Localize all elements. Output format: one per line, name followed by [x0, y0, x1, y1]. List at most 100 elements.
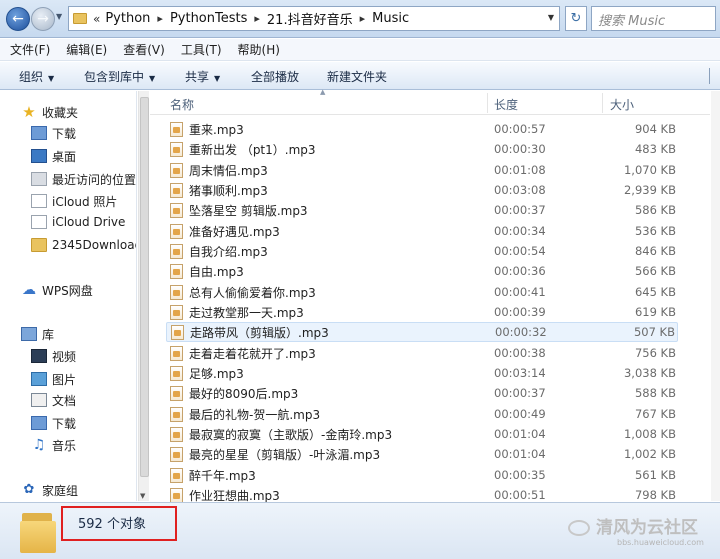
- file-row[interactable]: 自由.mp300:00:36566 KB: [166, 261, 678, 281]
- folder-icon: [73, 13, 87, 24]
- file-row[interactable]: 最亮的星星（剪辑版）-叶泳湄.mp300:01:041,002 KB: [166, 444, 678, 464]
- address-dropdown-icon[interactable]: ▼: [548, 13, 554, 22]
- nav-item-documents[interactable]: 文档: [31, 390, 76, 410]
- menu-file[interactable]: 文件(F): [10, 41, 50, 58]
- nav-item-icloud-drive[interactable]: iCloud Drive: [31, 212, 125, 232]
- nav-label: 库: [42, 326, 54, 343]
- file-row[interactable]: 坠落星空 剪辑版.mp3 00:00:37 586 KB: [166, 200, 678, 220]
- picture-icon: [31, 372, 47, 386]
- file-row[interactable]: 最寂寞的寂寞（主歌版）-金南玲.mp300:01:041,008 KB: [166, 424, 678, 444]
- column-divider[interactable]: [602, 93, 603, 113]
- file-length: 00:00:37: [494, 386, 546, 400]
- file-row[interactable]: 总有人偷偷爱着你.mp300:00:41645 KB: [166, 282, 678, 302]
- refresh-icon[interactable]: ↻: [565, 6, 587, 31]
- file-size: 586 KB: [606, 203, 676, 217]
- file-length: 00:00:37: [494, 203, 546, 217]
- nav-scrollbar[interactable]: ▼: [138, 91, 149, 501]
- nav-label: 家庭组: [42, 482, 78, 499]
- file-length: 00:00:39: [494, 305, 546, 319]
- file-length: 00:00:32: [495, 325, 547, 339]
- menu-tools[interactable]: 工具(T): [181, 41, 222, 58]
- organize-button[interactable]: 组织▼: [19, 68, 54, 85]
- breadcrumb-overflow[interactable]: «: [93, 12, 100, 26]
- file-name: 醉千年.mp3: [189, 467, 256, 484]
- nav-favorites[interactable]: ★ 收藏夹: [21, 102, 78, 122]
- file-row[interactable]: 走着走着花就开了.mp300:00:38756 KB: [166, 343, 678, 363]
- nav-item-lib-downloads[interactable]: 下载: [31, 413, 76, 433]
- file-list: ▲ 名称 长度 大小 重来.mp300:00:57904 KB重新出发 （pt1…: [150, 91, 720, 501]
- nav-label: 最近访问的位置: [52, 171, 136, 188]
- file-row[interactable]: 自我介绍.mp300:00:54846 KB: [166, 241, 678, 261]
- breadcrumb[interactable]: « Python ▸ PythonTests ▸ 21.抖音好音乐 ▸ Musi…: [68, 6, 560, 31]
- list-scrollbar[interactable]: [711, 91, 720, 501]
- file-row[interactable]: 走过教堂那一天.mp300:00:39619 KB: [166, 302, 678, 322]
- file-row[interactable]: 最后的礼物-贺一航.mp300:00:49767 KB: [166, 404, 678, 424]
- menu-view[interactable]: 查看(V): [123, 41, 165, 58]
- column-name[interactable]: 名称: [170, 96, 194, 113]
- chevron-right-icon[interactable]: ▸: [157, 12, 163, 25]
- include-in-library-button[interactable]: 包含到库中▼: [84, 68, 155, 85]
- file-row[interactable]: 重新出发 （pt1）.mp300:00:30483 KB: [166, 139, 678, 159]
- file-size: 561 KB: [606, 468, 676, 482]
- nav-item-videos[interactable]: 视频: [31, 346, 76, 366]
- file-row[interactable]: 足够.mp300:03:143,038 KB: [166, 363, 678, 383]
- breadcrumb-python[interactable]: Python: [105, 11, 150, 26]
- mp3-file-icon: [170, 447, 183, 462]
- column-length[interactable]: 长度: [494, 96, 518, 113]
- file-name: 猪事顺利.mp3: [189, 182, 268, 199]
- scroll-down-icon[interactable]: ▼: [140, 492, 145, 500]
- file-length: 00:00:41: [494, 285, 546, 299]
- file-name: 最后的礼物-贺一航.mp3: [189, 406, 320, 423]
- nav-item-desktop[interactable]: 桌面: [31, 146, 76, 166]
- file-row[interactable]: 猪事顺利.mp300:03:082,939 KB: [166, 180, 678, 200]
- scrollbar-thumb[interactable]: [140, 97, 149, 477]
- nav-item-icloud-photos[interactable]: iCloud 照片: [31, 191, 117, 211]
- file-row[interactable]: 醉千年.mp300:00:35561 KB: [166, 465, 678, 485]
- mp3-file-icon: [170, 163, 183, 178]
- breadcrumb-folder[interactable]: 21.抖音好音乐: [267, 9, 353, 28]
- chevron-right-icon[interactable]: ▸: [360, 12, 366, 25]
- file-size: 1,008 KB: [606, 427, 676, 441]
- file-row[interactable]: 准备好遇见.mp300:00:34536 KB: [166, 221, 678, 241]
- file-row[interactable]: 走路带风（剪辑版）.mp300:00:32507 KB: [166, 322, 678, 342]
- mp3-file-icon: [171, 325, 184, 340]
- nav-item-pictures[interactable]: 图片: [31, 369, 76, 389]
- column-size[interactable]: 大小: [610, 96, 634, 113]
- nav-item-homegroup[interactable]: ✿ 家庭组: [21, 480, 78, 500]
- nav-item-downloads[interactable]: 下载: [31, 123, 76, 143]
- sort-ascending-icon: ▲: [320, 88, 325, 96]
- download-folder-icon: [31, 416, 47, 430]
- file-length: 00:00:34: [494, 224, 546, 238]
- file-name: 走着走着花就开了.mp3: [189, 345, 316, 362]
- file-size: 756 KB: [606, 346, 676, 360]
- chat-bubble-icon: [568, 520, 590, 536]
- forward-arrow-icon[interactable]: →: [31, 7, 55, 31]
- file-length: 00:00:57: [494, 122, 546, 136]
- nav-item-music[interactable]: ♫ 音乐: [31, 435, 76, 455]
- nav-libraries[interactable]: 库: [21, 324, 54, 344]
- breadcrumb-pythontests[interactable]: PythonTests: [170, 11, 247, 26]
- mp3-file-icon: [170, 305, 183, 320]
- column-header: ▲ 名称 长度 大小: [150, 91, 710, 115]
- play-all-button[interactable]: 全部播放: [251, 68, 299, 85]
- back-arrow-icon[interactable]: ←: [6, 7, 30, 31]
- menu-edit[interactable]: 编辑(E): [66, 41, 107, 58]
- file-name: 周末情侣.mp3: [189, 162, 268, 179]
- file-length: 00:03:14: [494, 366, 546, 380]
- new-folder-button[interactable]: 新建文件夹: [327, 68, 387, 85]
- nav-item-wps[interactable]: ☁ WPS网盘: [21, 280, 93, 300]
- file-name: 坠落星空 剪辑版.mp3: [189, 202, 308, 219]
- nav-item-recent[interactable]: 最近访问的位置: [31, 169, 136, 189]
- file-row[interactable]: 重来.mp300:00:57904 KB: [166, 119, 678, 139]
- chevron-right-icon[interactable]: ▸: [254, 12, 260, 25]
- recent-pages-dropdown-icon[interactable]: ▼: [56, 12, 62, 21]
- file-row[interactable]: 最好的8090后.mp300:00:37588 KB: [166, 383, 678, 403]
- menu-help[interactable]: 帮助(H): [238, 41, 280, 58]
- breadcrumb-music[interactable]: Music: [372, 11, 409, 26]
- share-button[interactable]: 共享▼: [185, 68, 220, 85]
- nav-item-2345download[interactable]: 2345Download: [31, 235, 137, 255]
- search-input[interactable]: 搜索 Music: [591, 6, 716, 31]
- file-row[interactable]: 周末情侣.mp300:01:081,070 KB: [166, 160, 678, 180]
- column-divider[interactable]: [487, 93, 488, 113]
- library-icon: [21, 327, 37, 341]
